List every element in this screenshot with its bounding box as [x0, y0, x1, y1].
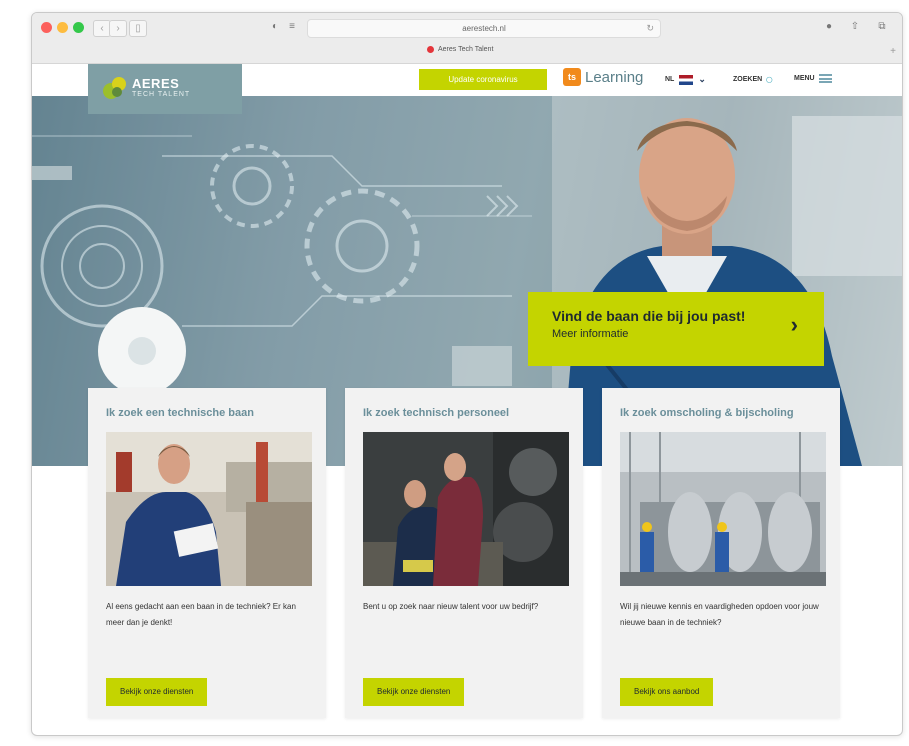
menu-label: MENU	[794, 75, 815, 82]
tab-bar: Aeres Tech Talent +	[32, 43, 902, 63]
tab-title: Aeres Tech Talent	[438, 46, 494, 53]
chevron-right-icon: ›	[790, 312, 798, 337]
card-description: Al eens gedacht aan een baan in de techn…	[106, 602, 296, 627]
share-icon[interactable]: ⇧	[848, 20, 862, 34]
reader-view-icon[interactable]: ≡	[285, 20, 299, 34]
site-logo[interactable]: AERES TECH TALENT	[88, 64, 242, 114]
address-url: aerestech.nl	[462, 24, 506, 33]
hero-title: Vind de baan die bij jou past!	[552, 308, 746, 324]
card-technical-job: Ik zoek een technische baan Al eens geda…	[88, 388, 326, 718]
logo-name: AERES	[132, 76, 180, 91]
card-image-turbine	[620, 432, 826, 586]
card-image-worker	[106, 432, 312, 586]
favicon-icon	[427, 46, 434, 53]
view-offer-button[interactable]: Bekijk ons aanbod	[620, 678, 714, 706]
forward-arrow-icon[interactable]: ›	[109, 20, 127, 37]
zoom-window-button[interactable]	[73, 22, 84, 33]
privacy-shield-icon[interactable]: ◐	[268, 20, 282, 34]
card-title[interactable]: Ik zoek een technische baan	[106, 407, 254, 419]
card-retraining: Ik zoek omscholing & bijscholing Wil jij…	[602, 388, 840, 718]
minimize-window-button[interactable]	[57, 22, 68, 33]
new-tab-icon[interactable]: +	[890, 46, 896, 57]
card-title[interactable]: Ik zoek technisch personeel	[363, 407, 509, 419]
learning-link[interactable]: ts Learning	[563, 68, 643, 86]
language-code: NL	[665, 76, 675, 83]
close-window-button[interactable]	[41, 22, 52, 33]
menu-button[interactable]: MENU	[794, 74, 832, 83]
tabs-overview-icon[interactable]: ⧉	[875, 20, 889, 34]
browser-window: ‹ › ▯ ◐ ≡ aerestech.nl ↻ ● ⇧ ⧉ Aeres Tec…	[31, 12, 903, 736]
card-description: Bent u op zoek naar nieuw talent voor uw…	[363, 602, 539, 611]
view-services-button[interactable]: Bekijk onze diensten	[106, 678, 208, 706]
aeres-logo-icon	[103, 77, 126, 99]
chevron-down-icon: ⌄	[698, 74, 706, 84]
search-label: ZOEKEN	[733, 75, 763, 83]
sidebar-toggle-icon[interactable]: ▯	[129, 20, 147, 37]
dutch-flag-icon	[679, 74, 694, 85]
hamburger-icon	[818, 74, 832, 83]
update-coronavirus-button[interactable]: Update coronavirus	[419, 69, 547, 90]
card-description: Wil jij nieuwe kennis en vaardigheden op…	[620, 602, 819, 627]
learning-logo-icon: ts	[563, 68, 581, 86]
browser-tab[interactable]: Aeres Tech Talent	[427, 46, 493, 53]
card-image-workshop	[363, 432, 569, 586]
extension-icon[interactable]: ●	[822, 20, 836, 34]
card-title[interactable]: Ik zoek omscholing & bijscholing	[620, 407, 794, 419]
hero-subtitle: Meer informatie	[552, 328, 629, 340]
view-services-button[interactable]: Bekijk onze diensten	[363, 678, 465, 706]
reload-icon[interactable]: ↻	[646, 20, 654, 37]
browser-toolbar: ‹ › ▯ ◐ ≡ aerestech.nl ↻ ● ⇧ ⧉ Aeres Tec…	[32, 13, 902, 64]
address-bar[interactable]: aerestech.nl ↻	[307, 19, 661, 38]
language-selector[interactable]: NL ⌄	[665, 74, 706, 85]
logo-subtitle: TECH TALENT	[132, 91, 191, 98]
learning-label: Learning	[585, 68, 644, 86]
search-icon: ○	[765, 71, 774, 87]
hero-cta-panel[interactable]: Vind de baan die bij jou past! Meer info…	[528, 292, 824, 366]
card-technical-staff: Ik zoek technisch personeel Bent u op zo…	[345, 388, 583, 718]
site-header: AERES TECH TALENT Update coronavirus ts …	[32, 64, 902, 114]
search-button[interactable]: ZOEKEN ○	[733, 71, 774, 87]
